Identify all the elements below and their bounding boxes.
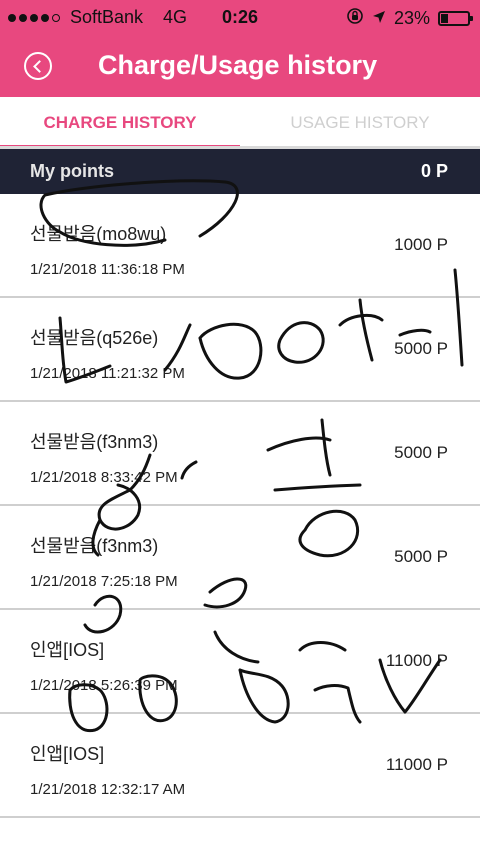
item-name: 선물받음(f3nm3)	[30, 432, 159, 452]
list-item: 인앱[IOS] 1/21/2018 12:32:17 AM 11000 P	[0, 714, 480, 818]
tab-usage-history[interactable]: USAGE HISTORY	[240, 97, 480, 149]
item-amount: 5000 P	[394, 547, 448, 566]
location-icon	[372, 8, 386, 29]
history-list: 선물받음(mo8wu) 1/21/2018 11:36:18 PM 1000 P…	[0, 194, 480, 818]
battery-percentage: 23%	[393, 8, 430, 28]
item-amount: 5000 P	[394, 443, 448, 462]
item-amount: 11000 P	[385, 651, 448, 670]
tab-bar: CHARGE HISTORY USAGE HISTORY	[0, 97, 480, 149]
tab-charge-history[interactable]: CHARGE HISTORY	[0, 97, 240, 149]
list-item: 선물받음(q526e) 1/21/2018 11:21:32 PM 5000 P	[0, 298, 480, 402]
item-date: 1/21/2018 8:33:42 PM	[30, 469, 178, 486]
item-name: 인앱[IOS]	[30, 744, 105, 764]
list-item: 인앱[IOS] 1/21/2018 5:26:39 PM 11000 P	[0, 610, 480, 714]
item-name: 선물받음(mo8wu)	[30, 224, 167, 244]
item-date: 1/21/2018 11:21:32 PM	[30, 365, 185, 382]
points-value: 0 P	[420, 161, 448, 181]
page-title: Charge/Usage history	[98, 50, 378, 80]
item-amount: 1000 P	[394, 235, 448, 254]
list-item: 선물받음(mo8wu) 1/21/2018 11:36:18 PM 1000 P	[0, 194, 480, 298]
points-summary: My points 0 P	[0, 149, 480, 194]
item-name: 선물받음(f3nm3)	[30, 536, 159, 556]
item-amount: 5000 P	[394, 339, 448, 358]
back-icon[interactable]	[24, 52, 52, 80]
list-item: 선물받음(f3nm3) 1/21/2018 7:25:18 PM 5000 P	[0, 506, 480, 610]
status-right: 23%	[346, 7, 473, 30]
item-date: 1/21/2018 5:26:39 PM	[30, 677, 178, 694]
item-name: 인앱[IOS]	[30, 640, 105, 660]
list-item: 선물받음(f3nm3) 1/21/2018 8:33:42 PM 5000 P	[0, 402, 480, 506]
item-amount: 11000 P	[385, 755, 448, 774]
battery-icon	[438, 11, 473, 26]
top-bar: SoftBank 4G 0:26 23% Charge/Usage histor…	[0, 0, 480, 97]
points-label: My points	[30, 161, 114, 181]
item-date: 1/21/2018 11:36:18 PM	[30, 261, 185, 278]
status-bar: SoftBank 4G 0:26 23%	[0, 0, 480, 34]
item-name: 선물받음(q526e)	[30, 328, 159, 348]
app-header: Charge/Usage history	[0, 34, 480, 97]
item-date: 1/21/2018 12:32:17 AM	[30, 781, 186, 798]
item-date: 1/21/2018 7:25:18 PM	[30, 573, 178, 590]
orientation-lock-icon	[346, 7, 364, 30]
